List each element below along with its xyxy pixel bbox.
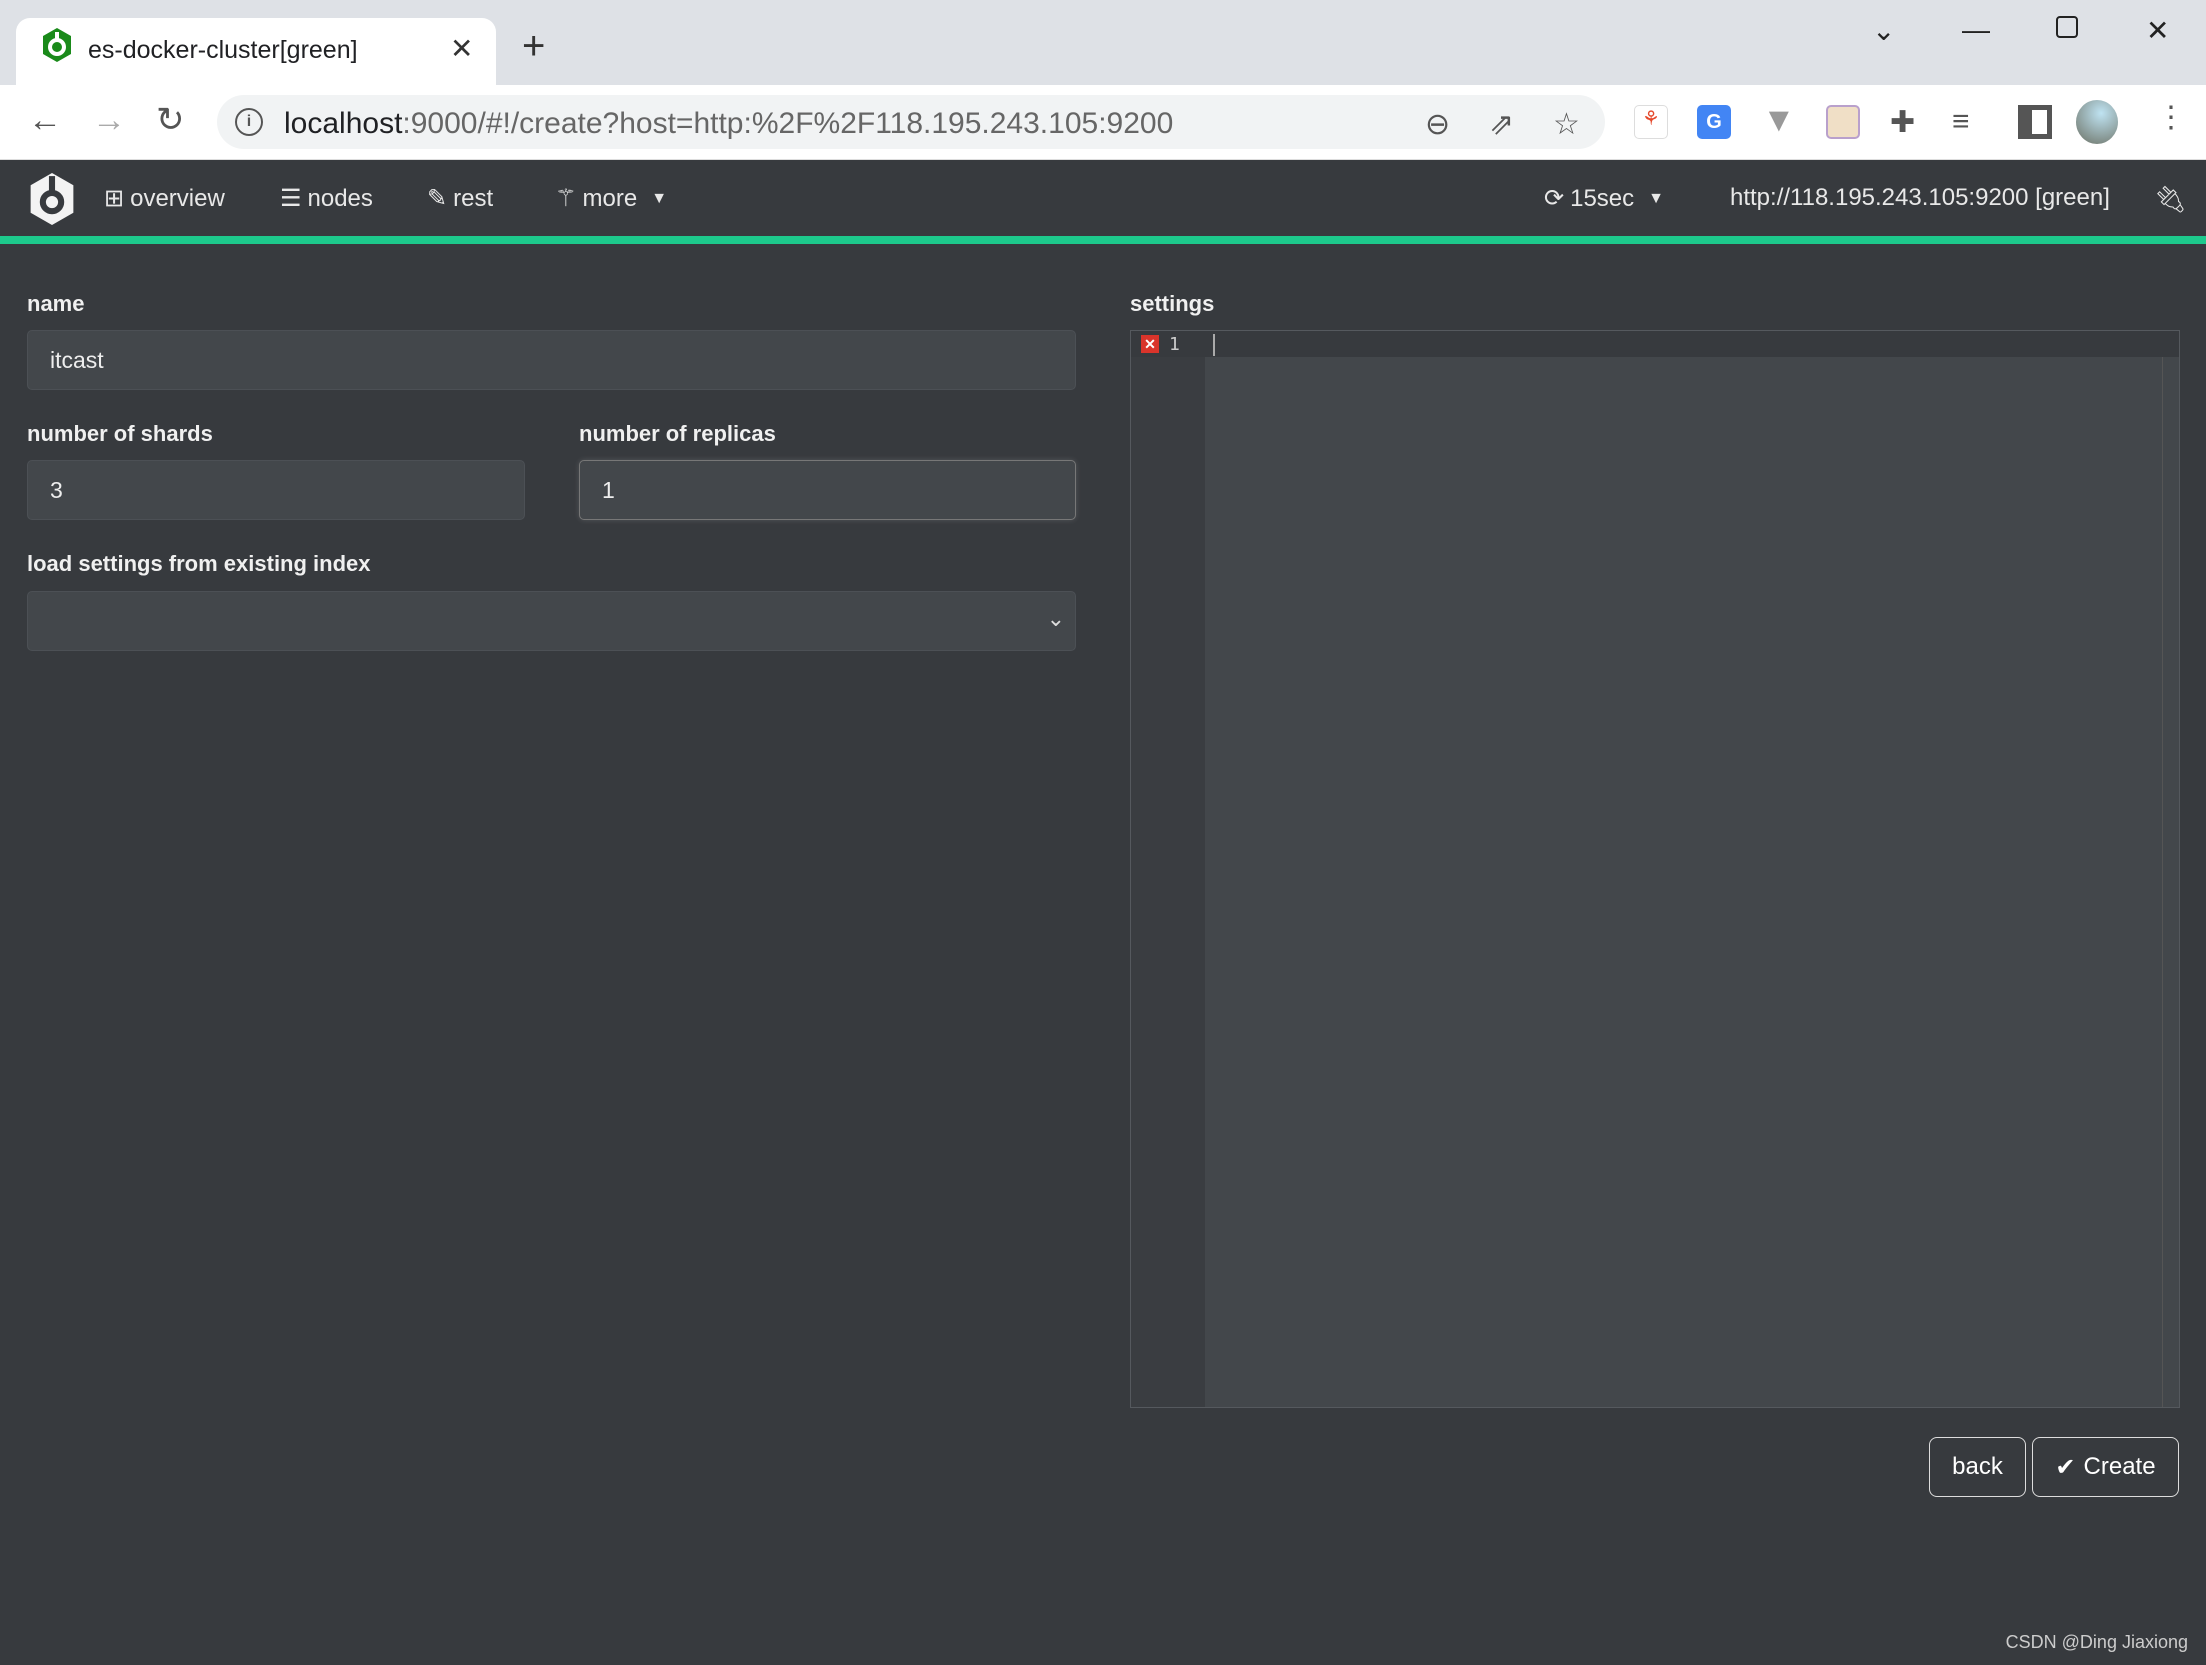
new-tab-icon[interactable]: + [522,26,545,66]
error-marker-icon: ✕ [1141,335,1159,353]
settings-editor[interactable]: ✕ 1 [1130,330,2180,1408]
url-path: :9000/#!/create?host=http:%2F%2F118.195.… [402,107,1174,140]
editor-active-line [1131,331,2179,357]
caret-down-icon: ▼ [1648,189,1664,207]
shards-input[interactable]: 3 [27,460,525,520]
tab-search-icon[interactable]: ⌄ [1872,14,1895,47]
browser-menu-icon[interactable]: ⋮ [2156,103,2186,133]
magic-wand-icon: ⚚ [555,185,577,212]
nav-rest[interactable]: ✎ rest [427,184,493,213]
elasticsearch-head-favicon-icon [43,28,71,62]
app-navbar: ⊞ overview ☰ nodes ✎ rest ⚚ more ▼ ⟳ 15sec ▼ ht… [0,160,2206,236]
url-host: localhost [284,107,403,140]
check-icon: ✔ [2055,1453,2076,1481]
cluster-status-bar [0,236,2206,244]
load-settings-select[interactable]: ⌄ [27,591,1076,651]
load-settings-label: load settings from existing index [27,551,371,576]
share-icon[interactable]: ⇗ [1489,107,1514,142]
nav-nodes[interactable]: ☰ nodes [280,184,373,213]
profile-avatar[interactable] [2076,100,2118,144]
plug-icon[interactable]: 🔌︎ [2154,184,2187,215]
bookmark-star-icon[interactable]: ☆ [1553,107,1580,142]
edit-icon: ✎ [427,185,448,212]
side-panel-icon[interactable] [2018,105,2052,139]
browser-tab[interactable]: es-docker-cluster[green] ✕ [16,18,496,85]
nav-more[interactable]: ⚚ more ▼ [555,184,667,213]
elasticsearch-head-logo-icon[interactable] [26,170,78,228]
server-icon: ☰ [280,185,302,212]
watermark: CSDN @Ding Jiaxiong [2005,1632,2188,1652]
sitemap-icon: ⊞ [104,185,125,212]
download-folder-icon[interactable] [1826,105,1860,139]
tab-title: es-docker-cluster[green] [88,36,358,64]
settings-label: settings [1130,291,1215,316]
nav-overview[interactable]: ⊞ overview [104,184,225,213]
name-input[interactable]: itcast [27,330,1076,390]
extension-sitemap-icon[interactable]: ⚘ [1634,105,1668,139]
replicas-label: number of replicas [579,421,776,446]
back-button[interactable]: back [1929,1437,2026,1497]
site-info-icon[interactable]: i [235,108,263,136]
cluster-connection[interactable]: http://118.195.243.105:9200 [green] [1730,184,2110,212]
back-arrow-icon[interactable]: ← [28,103,62,137]
minimize-icon[interactable]: — [1962,14,1990,46]
reading-list-icon[interactable]: ≡ [1952,105,1986,139]
forward-arrow-icon[interactable]: → [92,103,126,137]
browser-toolbar: ← → ↻ i localhost:9000/#!/create?host=ht… [0,85,2206,160]
maximize-icon[interactable] [2056,16,2078,38]
create-button[interactable]: ✔ Create [2032,1437,2179,1497]
replicas-input[interactable]: 1 [579,460,1076,520]
close-window-icon[interactable]: ✕ [2146,14,2169,47]
google-translate-icon[interactable]: G [1697,105,1731,139]
shards-label: number of shards [27,421,213,446]
reload-icon[interactable]: ↻ [156,103,185,137]
vue-devtools-icon[interactable]: ▼ [1762,103,1796,139]
refresh-icon: ⟳ [1544,185,1565,212]
chevron-down-icon: ⌄ [1046,606,1065,631]
zoom-icon[interactable]: ⊖ [1425,107,1450,142]
refresh-interval-dropdown[interactable]: ⟳ 15sec ▼ [1544,184,1664,213]
extensions-puzzle-icon[interactable]: ✚ [1890,105,1924,139]
line-number: 1 [1169,334,1180,355]
browser-tab-strip: es-docker-cluster[green] ✕ + ⌄ — ✕ [0,0,2206,85]
address-bar[interactable]: i localhost:9000/#!/create?host=http:%2F… [217,95,1605,149]
close-tab-icon[interactable]: ✕ [450,32,473,65]
print-margin [2162,357,2163,1407]
editor-gutter [1131,331,1205,1407]
caret-down-icon: ▼ [651,189,668,207]
text-cursor [1213,334,1215,356]
name-label: name [27,291,85,316]
